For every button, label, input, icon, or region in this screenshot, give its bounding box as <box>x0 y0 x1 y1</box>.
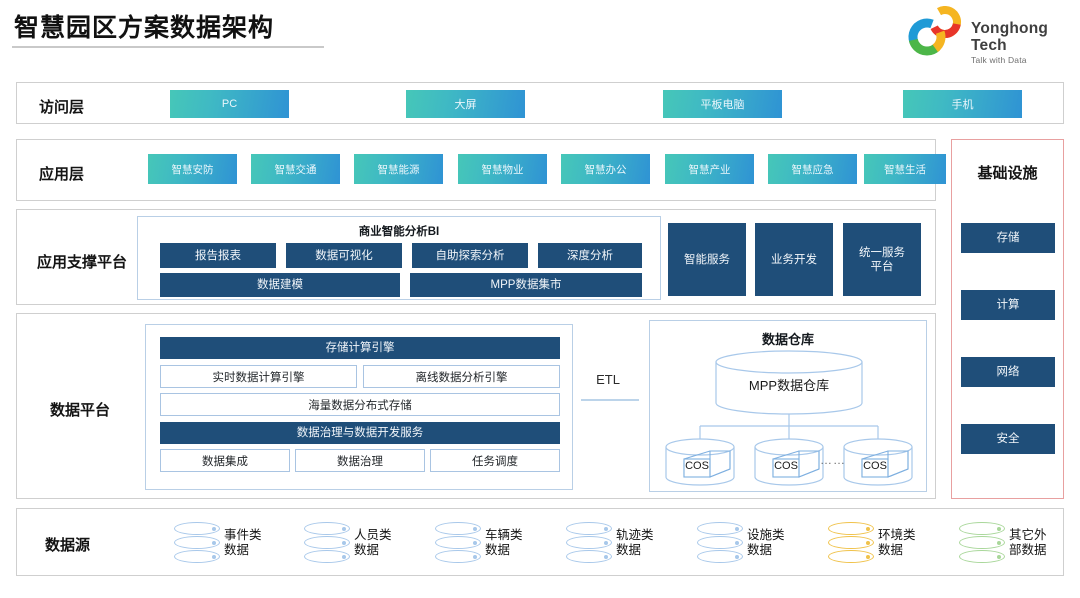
access-item-pc[interactable]: PC <box>170 90 289 118</box>
access-layer-panel: 访问层 PC 大屏 平板电脑 手机 <box>16 82 1064 124</box>
unified-service-line2: 平台 <box>871 260 894 274</box>
architecture-diagram: 智慧园区方案数据架构 Yonghong Tech Talk with Data … <box>0 0 1080 598</box>
bi-group-title: 商业智能分析BI <box>138 223 660 239</box>
data-source-item-environment[interactable]: 环境类 数据 <box>828 522 916 564</box>
access-item-mobile[interactable]: 手机 <box>903 90 1022 118</box>
database-stack-icon <box>304 522 350 564</box>
app-item-property[interactable]: 智慧物业 <box>458 154 547 184</box>
data-source-item-facility-label: 设施类 数据 <box>747 528 785 558</box>
infra-item-security[interactable]: 安全 <box>961 424 1055 454</box>
data-source-item-event[interactable]: 事件类 数据 <box>174 522 262 564</box>
logo-tagline: Talk with Data <box>971 55 1073 66</box>
data-source-item-external[interactable]: 其它外 部数据 <box>959 522 1047 564</box>
bi-item-reports[interactable]: 报告报表 <box>160 243 276 268</box>
unified-service-line1: 统一服务 <box>859 246 905 260</box>
governance-data-governance[interactable]: 数据治理 <box>295 449 425 472</box>
data-source-label: 数据源 <box>45 534 90 555</box>
bi-item-visualization[interactable]: 数据可视化 <box>286 243 402 268</box>
infrastructure-label: 基础设施 <box>952 162 1063 183</box>
data-source-item-environment-label: 环境类 数据 <box>878 528 916 558</box>
app-item-security[interactable]: 智慧安防 <box>148 154 237 184</box>
governance-header: 数据治理与数据开发服务 <box>160 422 560 444</box>
app-item-energy[interactable]: 智慧能源 <box>354 154 443 184</box>
support-platform-panel: 应用支撑平台 商业智能分析BI 报告报表 数据可视化 自助探索分析 深度分析 数… <box>16 209 936 305</box>
data-source-item-vehicle-label: 车辆类 数据 <box>485 528 523 558</box>
database-stack-icon <box>566 522 612 564</box>
logo-name: Yonghong Tech <box>971 20 1073 54</box>
app-item-emergency[interactable]: 智慧应急 <box>768 154 857 184</box>
infra-item-network[interactable]: 网络 <box>961 357 1055 387</box>
infrastructure-panel: 基础设施 存储 计算 网络 安全 <box>951 139 1064 499</box>
cos-node-2-label: COS <box>773 460 799 472</box>
access-layer-label: 访问层 <box>39 96 84 117</box>
support-item-business-dev[interactable]: 业务开发 <box>755 223 833 296</box>
title-underline <box>12 46 324 48</box>
support-item-unified-service-platform[interactable]: 统一服务 平台 <box>843 223 921 296</box>
database-stack-icon <box>959 522 1005 564</box>
warehouse-group: 数据仓库 <box>649 320 927 492</box>
engine-offline-analysis[interactable]: 离线数据分析引擎 <box>363 365 560 388</box>
warehouse-db-label: MPP数据仓库 <box>650 375 928 394</box>
yonghong-rings-icon <box>905 6 967 56</box>
governance-data-integration[interactable]: 数据集成 <box>160 449 290 472</box>
data-source-item-event-label: 事件类 数据 <box>224 528 262 558</box>
database-stack-icon <box>435 522 481 564</box>
access-item-bigscreen[interactable]: 大屏 <box>406 90 525 118</box>
data-source-item-person-label: 人员类 数据 <box>354 528 392 558</box>
logo-wordmark: Yonghong Tech Talk with Data <box>971 20 1073 66</box>
bi-group: 商业智能分析BI 报告报表 数据可视化 自助探索分析 深度分析 数据建模 MPP… <box>137 216 661 300</box>
application-layer-label: 应用层 <box>39 163 84 184</box>
data-source-item-facility[interactable]: 设施类 数据 <box>697 522 785 564</box>
etl-label: ETL <box>585 372 631 387</box>
application-layer-panel: 应用层 智慧安防 智慧交通 智慧能源 智慧物业 智慧办公 智慧产业 智慧应急 智… <box>16 139 936 201</box>
engine-group: 存储计算引擎 实时数据计算引擎 离线数据分析引擎 海量数据分布式存储 数据治理与… <box>145 324 573 490</box>
cos-ellipsis: …… <box>820 453 846 467</box>
bi-item-deep-analysis[interactable]: 深度分析 <box>538 243 642 268</box>
cos-node-3-label: COS <box>862 460 888 472</box>
app-item-traffic[interactable]: 智慧交通 <box>251 154 340 184</box>
app-item-life[interactable]: 智慧生活 <box>864 154 946 184</box>
engine-header: 存储计算引擎 <box>160 337 560 359</box>
bi-item-data-modeling[interactable]: 数据建模 <box>160 273 400 297</box>
support-item-smart-service[interactable]: 智能服务 <box>668 223 746 296</box>
access-item-tablet[interactable]: 平板电脑 <box>663 90 782 118</box>
engine-massive-storage[interactable]: 海量数据分布式存储 <box>160 393 560 416</box>
app-item-office[interactable]: 智慧办公 <box>561 154 650 184</box>
database-stack-icon <box>174 522 220 564</box>
data-source-item-external-label: 其它外 部数据 <box>1009 528 1047 558</box>
bi-item-mpp-datamart[interactable]: MPP数据集市 <box>410 273 642 297</box>
data-platform-panel: 数据平台 存储计算引擎 实时数据计算引擎 离线数据分析引擎 海量数据分布式存储 … <box>16 313 936 499</box>
database-stack-icon <box>828 522 874 564</box>
cos-node-1-label: COS <box>684 460 710 472</box>
engine-realtime-compute[interactable]: 实时数据计算引擎 <box>160 365 357 388</box>
data-source-item-trajectory-label: 轨迹类 数据 <box>616 528 654 558</box>
company-logo: Yonghong Tech Talk with Data <box>905 6 1073 58</box>
etl-connector-line <box>581 399 639 401</box>
page-title: 智慧园区方案数据架构 <box>14 8 274 44</box>
data-source-panel: 数据源 事件类 数据 人员类 数据 <box>16 508 1064 576</box>
data-source-item-vehicle[interactable]: 车辆类 数据 <box>435 522 523 564</box>
data-source-item-trajectory[interactable]: 轨迹类 数据 <box>566 522 654 564</box>
app-item-industry[interactable]: 智慧产业 <box>665 154 754 184</box>
data-source-item-person[interactable]: 人员类 数据 <box>304 522 392 564</box>
data-platform-label: 数据平台 <box>50 399 110 420</box>
infra-item-compute[interactable]: 计算 <box>961 290 1055 320</box>
support-platform-label: 应用支撑平台 <box>37 251 127 272</box>
bi-item-self-service-analysis[interactable]: 自助探索分析 <box>412 243 528 268</box>
infra-item-storage[interactable]: 存储 <box>961 223 1055 253</box>
governance-task-scheduling[interactable]: 任务调度 <box>430 449 560 472</box>
database-stack-icon <box>697 522 743 564</box>
